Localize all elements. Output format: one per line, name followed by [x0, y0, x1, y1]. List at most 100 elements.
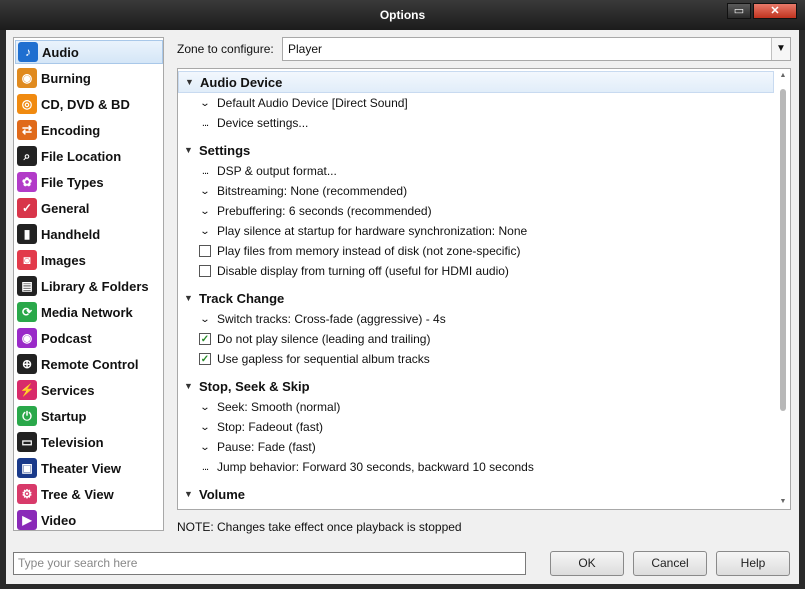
tree-group[interactable]: ▼ Settings [178, 139, 774, 161]
sidebar-item[interactable]: ▣ Theater View [15, 456, 163, 480]
sidebar-item[interactable]: ◉ Burning [15, 66, 163, 90]
sidebar-item-label: Startup [41, 408, 87, 424]
tree-group[interactable]: ▼ Track Change [178, 287, 774, 309]
zone-select[interactable]: Player ▼ [282, 37, 791, 61]
search-input[interactable]: Type your search here [13, 552, 526, 575]
checkbox-checked[interactable]: ✓ [199, 353, 211, 365]
sidebar-item[interactable]: ⌕ File Location [15, 144, 163, 168]
sidebar-item[interactable]: ✿ File Types [15, 170, 163, 194]
sidebar-item[interactable]: ⟳ Media Network [15, 300, 163, 324]
ellipsis-icon[interactable]: ... [199, 165, 211, 177]
tree-option[interactable]: ⌄ Default Audio Device [Direct Sound] [178, 93, 774, 113]
tree-option[interactable]: Disable display from turning off (useful… [178, 261, 774, 281]
tree-option[interactable]: ⌄ Seek: Smooth (normal) [178, 397, 774, 417]
tree-view-gear-icon: ⚙ [17, 484, 37, 504]
tree-option[interactable]: ⌄ Play silence at startup for hardware sy… [178, 221, 774, 241]
disc-burn-icon: ◉ [17, 68, 37, 88]
close-button[interactable]: ✕ [753, 3, 797, 19]
sidebar-item-label: File Types [41, 174, 104, 190]
window-border-bottom [0, 584, 805, 589]
sidebar-item[interactable]: ⇄ Encoding [15, 118, 163, 142]
sidebar-item[interactable]: ⊕ Remote Control [15, 352, 163, 376]
tree-option[interactable]: ⌄ Volume mode: System Volume [178, 505, 774, 510]
tree-option[interactable]: ⌄ Pause: Fade (fast) [178, 437, 774, 457]
tree-option-label: Play files from memory instead of disk (… [217, 244, 521, 258]
power-icon: ⏻ [17, 406, 37, 426]
sidebar-item-label: Burning [41, 70, 91, 86]
chevron-down-icon[interactable]: ▼ [771, 38, 790, 60]
tree-option[interactable]: ... DSP & output format... [178, 161, 774, 181]
tree-option-label: Use gapless for sequential album tracks [217, 352, 430, 366]
tree-option-label: Stop: Fadeout (fast) [217, 420, 324, 434]
sidebar-item-label: Theater View [41, 460, 121, 476]
tree-option[interactable]: ... Device settings... [178, 113, 774, 133]
cd-icon: ◎ [17, 94, 37, 114]
tree-option[interactable]: ⌄ Bitstreaming: None (recommended) [178, 181, 774, 201]
scroll-down-arrow-icon[interactable]: ▼ [778, 497, 788, 507]
help-button[interactable]: Help [716, 551, 790, 576]
chevron-down-icon[interactable]: ⌄ [197, 421, 213, 433]
checkbox-unchecked[interactable] [199, 245, 211, 257]
tree-group[interactable]: ▼ Stop, Seek & Skip [178, 375, 774, 397]
maximize-button[interactable]: ▭ [727, 3, 751, 19]
sidebar-item[interactable]: ◎ CD, DVD & BD [15, 92, 163, 116]
chevron-down-icon[interactable]: ⌄ [197, 509, 213, 510]
tree-group-label: Settings [199, 142, 251, 158]
tree-group[interactable]: ▼ Audio Device [178, 71, 774, 93]
chevron-down-icon[interactable]: ⌄ [197, 97, 213, 109]
options-tree[interactable]: ▲ ▼ ▼ Audio Device ⌄ Default Audio Device [… [177, 68, 791, 510]
sidebar-item[interactable]: ⚡ Services [15, 378, 163, 402]
options-category-list[interactable]: ♪ Audio ◉ Burning ◎ CD, DVD & BD ⇄ Encoding ⌕ Fil… [13, 37, 164, 531]
tree-option[interactable]: ⌄ Prebuffering: 6 seconds (recommended) [178, 201, 774, 221]
tree-option[interactable]: ⌄ Stop: Fadeout (fast) [178, 417, 774, 437]
checkbox-unchecked[interactable] [199, 265, 211, 277]
expand-triangle-icon[interactable]: ▼ [184, 145, 196, 155]
ellipsis-icon[interactable]: ... [199, 117, 211, 129]
sidebar-item[interactable]: ▤ Library & Folders [15, 274, 163, 298]
tree-option-label: Do not play silence (leading and trailin… [217, 332, 431, 346]
chevron-down-icon[interactable]: ⌄ [197, 205, 213, 217]
sidebar-item[interactable]: ▭ Television [15, 430, 163, 454]
scroll-up-arrow-icon[interactable]: ▲ [778, 71, 788, 81]
sidebar-item[interactable]: ▶ Video [15, 508, 163, 532]
tree-option-label: Pause: Fade (fast) [217, 440, 316, 454]
sidebar-item[interactable]: ⏻ Startup [15, 404, 163, 428]
expand-triangle-icon[interactable]: ▼ [185, 77, 197, 87]
scrollbar-thumb[interactable] [780, 89, 786, 411]
chevron-down-icon[interactable]: ⌄ [197, 225, 213, 237]
tree-option[interactable]: ✓ Do not play silence (leading and traili… [178, 329, 774, 349]
window-title: Options [379, 8, 426, 22]
tree-option-label: Jump behavior: Forward 30 seconds, backw… [217, 460, 534, 474]
chevron-down-icon[interactable]: ⌄ [197, 185, 213, 197]
tree-option[interactable]: ⌄ Switch tracks: Cross-fade (aggressive) … [178, 309, 774, 329]
checkbox-checked[interactable]: ✓ [199, 333, 211, 345]
ellipsis-icon[interactable]: ... [199, 461, 211, 473]
tree-option[interactable]: ... Jump behavior: Forward 30 seconds, ba… [178, 457, 774, 477]
expand-triangle-icon[interactable]: ▼ [184, 489, 196, 499]
handheld-icon: ▮ [17, 224, 37, 244]
cancel-button[interactable]: Cancel [633, 551, 707, 576]
tree-option[interactable]: Play files from memory instead of disk (… [178, 241, 774, 261]
sidebar-item[interactable]: ♪ Audio [15, 40, 163, 64]
ok-button[interactable]: OK [550, 551, 624, 576]
sidebar-item[interactable]: ✓ General [15, 196, 163, 220]
sidebar-item[interactable]: ⚙ Tree & View [15, 482, 163, 506]
chevron-down-icon[interactable]: ⌄ [197, 401, 213, 413]
sidebar-item[interactable]: ◉ Podcast [15, 326, 163, 350]
tree-group[interactable]: ▼ Volume [178, 483, 774, 505]
sidebar-item-label: Encoding [41, 122, 101, 138]
sidebar-item-label: General [41, 200, 90, 216]
expand-triangle-icon[interactable]: ▼ [184, 293, 196, 303]
chevron-down-icon[interactable]: ⌄ [197, 313, 213, 325]
chevron-down-icon[interactable]: ⌄ [197, 441, 213, 453]
sidebar-item[interactable]: ▮ Handheld [15, 222, 163, 246]
tree-group-label: Track Change [199, 290, 285, 306]
sidebar-item[interactable]: ◙ Images [15, 248, 163, 272]
vertical-scrollbar[interactable]: ▲ ▼ [778, 71, 788, 507]
sidebar-item-label: Tree & View [41, 486, 114, 502]
tree-option[interactable]: ✓ Use gapless for sequential album tracks [178, 349, 774, 369]
sidebar-item-label: CD, DVD & BD [41, 96, 130, 112]
expand-triangle-icon[interactable]: ▼ [184, 381, 196, 391]
media-network-icon: ⟳ [17, 302, 37, 322]
theater-view-icon: ▣ [17, 458, 37, 478]
